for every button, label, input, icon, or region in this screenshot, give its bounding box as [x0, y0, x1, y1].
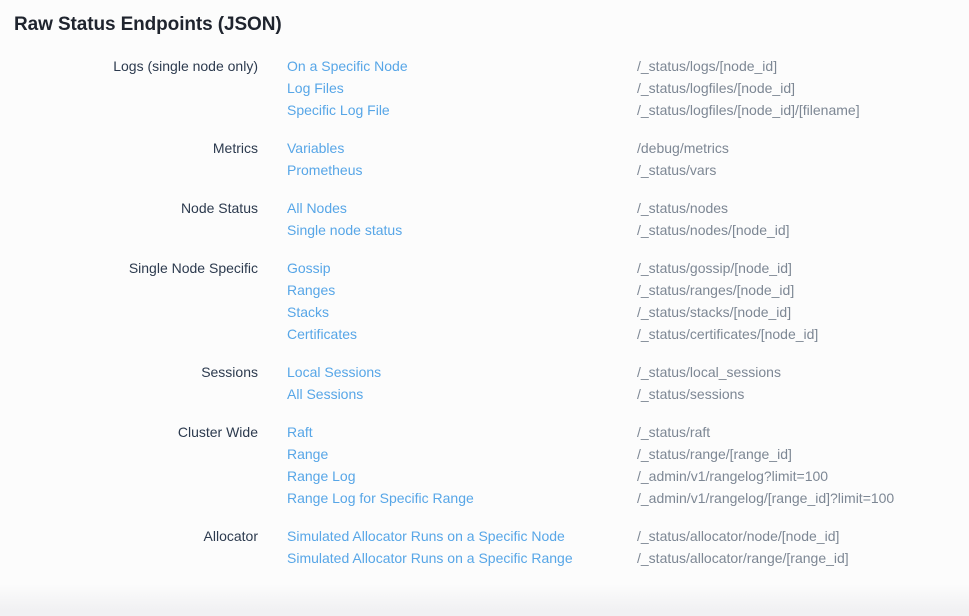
- section-node-status: Node Status All Nodes Single node status…: [0, 197, 969, 241]
- endpoint-link[interactable]: Specific Log File: [287, 99, 390, 121]
- section-cluster-wide: Cluster Wide Raft Range Range Log Range …: [0, 421, 969, 509]
- endpoint-link[interactable]: Single node status: [287, 219, 402, 241]
- endpoint-path: /_status/gossip/[node_id]: [637, 257, 969, 279]
- links-column: Simulated Allocator Runs on a Specific N…: [258, 525, 637, 569]
- endpoint-link[interactable]: Local Sessions: [287, 361, 381, 383]
- paths-column: /_status/nodes /_status/nodes/[node_id]: [637, 197, 969, 241]
- paths-column: /_status/logs/[node_id] /_status/logfile…: [637, 55, 969, 121]
- endpoint-link[interactable]: Range Log for Specific Range: [287, 487, 474, 509]
- endpoint-path: /_status/allocator/range/[range_id]: [637, 547, 969, 569]
- paths-column: /_status/gossip/[node_id] /_status/range…: [637, 257, 969, 345]
- links-column: On a Specific Node Log Files Specific Lo…: [258, 55, 637, 121]
- paths-column: /debug/metrics /_status/vars: [637, 137, 969, 181]
- endpoint-link[interactable]: Prometheus: [287, 159, 362, 181]
- endpoint-path: /_status/range/[range_id]: [637, 443, 969, 465]
- endpoint-link[interactable]: All Sessions: [287, 383, 363, 405]
- section-metrics: Metrics Variables Prometheus /debug/metr…: [0, 137, 969, 181]
- paths-column: /_status/local_sessions /_status/session…: [637, 361, 969, 405]
- category-label: Allocator: [0, 525, 258, 569]
- endpoint-link[interactable]: All Nodes: [287, 197, 347, 219]
- endpoint-path: /_status/logfiles/[node_id]: [637, 77, 969, 99]
- category-label: Single Node Specific: [0, 257, 258, 345]
- links-column: Raft Range Range Log Range Log for Speci…: [258, 421, 637, 509]
- page-title: Raw Status Endpoints (JSON): [14, 13, 969, 37]
- endpoint-path: /_status/logs/[node_id]: [637, 55, 969, 77]
- endpoint-path: /_status/vars: [637, 159, 969, 181]
- endpoint-path: /_status/certificates/[node_id]: [637, 323, 969, 345]
- endpoint-path: /_status/allocator/node/[node_id]: [637, 525, 969, 547]
- section-allocator: Allocator Simulated Allocator Runs on a …: [0, 525, 969, 569]
- links-column: Local Sessions All Sessions: [258, 361, 637, 405]
- endpoint-link[interactable]: Range: [287, 443, 328, 465]
- endpoint-path: /_status/logfiles/[node_id]/[filename]: [637, 99, 969, 121]
- paths-column: /_status/allocator/node/[node_id] /_stat…: [637, 525, 969, 569]
- endpoint-path: /_status/stacks/[node_id]: [637, 301, 969, 323]
- endpoint-path: /_status/ranges/[node_id]: [637, 279, 969, 301]
- endpoint-path: /_status/raft: [637, 421, 969, 443]
- category-label: Logs (single node only): [0, 55, 258, 121]
- endpoint-link[interactable]: Gossip: [287, 257, 331, 279]
- endpoint-link[interactable]: Certificates: [287, 323, 357, 345]
- endpoint-link[interactable]: On a Specific Node: [287, 55, 408, 77]
- endpoint-link[interactable]: Raft: [287, 421, 313, 443]
- section-single-node-specific: Single Node Specific Gossip Ranges Stack…: [0, 257, 969, 345]
- endpoint-link[interactable]: Simulated Allocator Runs on a Specific N…: [287, 525, 565, 547]
- category-label: Sessions: [0, 361, 258, 405]
- category-label: Node Status: [0, 197, 258, 241]
- endpoint-link[interactable]: Ranges: [287, 279, 335, 301]
- endpoint-path: /_status/local_sessions: [637, 361, 969, 383]
- endpoint-path: /debug/metrics: [637, 137, 969, 159]
- endpoint-link[interactable]: Log Files: [287, 77, 344, 99]
- category-label: Cluster Wide: [0, 421, 258, 509]
- endpoint-link[interactable]: Range Log: [287, 465, 356, 487]
- endpoint-link[interactable]: Simulated Allocator Runs on a Specific R…: [287, 547, 573, 569]
- links-column: Gossip Ranges Stacks Certificates: [258, 257, 637, 345]
- endpoint-path: /_status/nodes: [637, 197, 969, 219]
- paths-column: /_status/raft /_status/range/[range_id] …: [637, 421, 969, 509]
- category-label: Metrics: [0, 137, 258, 181]
- links-column: All Nodes Single node status: [258, 197, 637, 241]
- endpoint-path: /_status/sessions: [637, 383, 969, 405]
- endpoint-path: /_admin/v1/rangelog/[range_id]?limit=100: [637, 487, 969, 509]
- endpoint-sections: Logs (single node only) On a Specific No…: [0, 55, 969, 569]
- endpoint-path: /_admin/v1/rangelog?limit=100: [637, 465, 969, 487]
- endpoint-link[interactable]: Stacks: [287, 301, 329, 323]
- links-column: Variables Prometheus: [258, 137, 637, 181]
- bottom-fade: [0, 584, 969, 616]
- endpoint-path: /_status/nodes/[node_id]: [637, 219, 969, 241]
- section-sessions: Sessions Local Sessions All Sessions /_s…: [0, 361, 969, 405]
- endpoint-link[interactable]: Variables: [287, 137, 344, 159]
- section-logs: Logs (single node only) On a Specific No…: [0, 55, 969, 121]
